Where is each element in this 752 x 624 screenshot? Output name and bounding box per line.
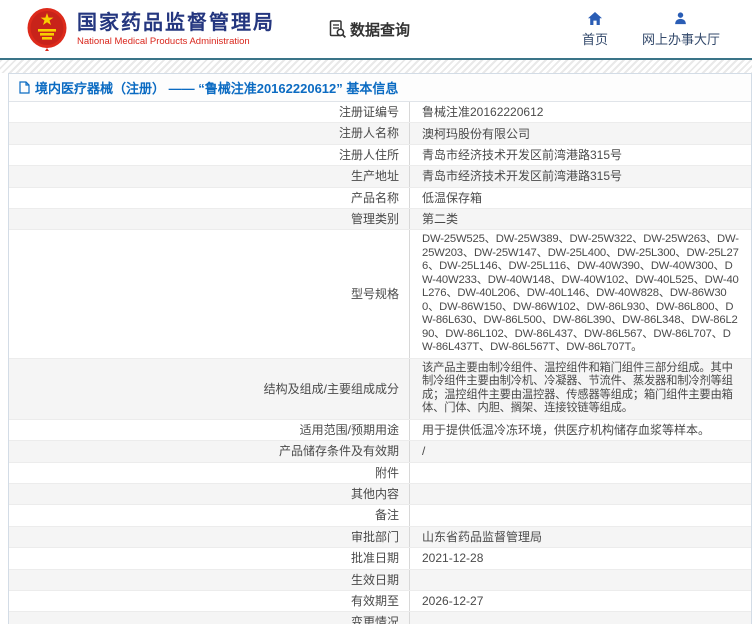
table-row: 变更情况 (9, 612, 751, 624)
row-value (409, 569, 751, 590)
table-row: 适用范围/预期用途 用于提供低温冷冻环境，供医疗机构储存血浆等样本。 (9, 419, 751, 442)
table-row: 管理类别 第二类 (9, 208, 751, 231)
nmpa-emblem-icon (27, 8, 67, 51)
nav-online-hall[interactable]: 网上办事大厅 (642, 11, 720, 48)
row-value: 澳柯玛股份有限公司 (409, 123, 751, 144)
nav-online-hall-label: 网上办事大厅 (641, 31, 720, 47)
row-value: 低温保存箱 (409, 187, 751, 208)
document-icon (19, 81, 30, 94)
row-value: 青岛市经济技术开发区前湾港路315号 (409, 166, 751, 187)
row-label: 注册人名称 (338, 126, 399, 141)
row-label: 结构及组成/主要组成成分 (263, 381, 399, 396)
page-title: 境内医疗器械（注册） —— “鲁械注准20162220612” 基本信息 (35, 81, 399, 96)
row-value: 鲁械注准20162220612 (409, 102, 751, 123)
page-title-bar: 境内医疗器械（注册） —— “鲁械注准20162220612” 基本信息 (9, 74, 751, 102)
row-label: 有效期至 (350, 593, 399, 608)
table-row: 注册人住所 青岛市经济技术开发区前湾港路315号 (9, 144, 751, 167)
row-label: 产品储存条件及有效期 (278, 444, 399, 459)
row-label: 其他内容 (350, 487, 399, 502)
data-query-button[interactable]: 数据查询 (327, 19, 410, 40)
info-table: 注册证编号 鲁械注准20162220612 注册人名称 澳柯玛股份有限公司 注册… (9, 102, 751, 624)
table-row: 其他内容 (9, 484, 751, 506)
row-label: 注册人住所 (338, 147, 399, 162)
table-row: 注册人名称 澳柯玛股份有限公司 (9, 123, 751, 145)
person-icon (675, 11, 687, 24)
row-value: 青岛市经济技术开发区前湾港路315号 (409, 144, 751, 166)
stripe-band (0, 60, 752, 73)
row-value: / (409, 441, 751, 462)
table-row: 注册证编号 鲁械注准20162220612 (9, 102, 751, 124)
row-value: 该产品主要由制冷组件、温控组件和箱门组件三部分组成。其中制冷组件主要由制冷机、冷… (409, 358, 751, 419)
row-label: 型号规格 (350, 286, 399, 301)
row-value (409, 612, 751, 624)
row-value: 2021-12-28 (409, 548, 751, 569)
row-label: 产品名称 (350, 190, 399, 205)
row-label: 审批部门 (350, 529, 399, 544)
header: 国家药品监督管理局 National Medical Products Admi… (0, 0, 752, 58)
agency-name-en: National Medical Products Administration (77, 35, 250, 47)
table-row: 批准日期 2021-12-28 (9, 548, 751, 570)
agency-logo: 国家药品监督管理局 National Medical Products Admi… (26, 7, 275, 51)
row-label: 生产地址 (350, 169, 399, 184)
table-row: 型号规格 DW-25W525、DW-25W389、DW-25W322、DW-25… (9, 230, 751, 359)
row-value (409, 462, 751, 484)
table-row: 结构及组成/主要组成成分 该产品主要由制冷组件、温控组件和箱门组件三部分组成。其… (9, 358, 751, 420)
table-row: 备注 (9, 505, 751, 527)
row-value: 2026-12-27 (409, 590, 751, 612)
row-label: 批准日期 (350, 551, 399, 566)
content-box: 境内医疗器械（注册） —— “鲁械注准20162220612” 基本信息 注册证… (8, 73, 752, 624)
row-value (409, 505, 751, 526)
row-value: DW-25W525、DW-25W389、DW-25W322、DW-25W263、… (409, 230, 751, 358)
nav-home[interactable]: 首页 (582, 11, 608, 48)
row-value: 第二类 (409, 208, 751, 230)
table-row: 生效日期 (9, 569, 751, 591)
table-row: 有效期至 2026-12-27 (9, 590, 751, 613)
table-row: 附件 (9, 462, 751, 485)
row-label: 备注 (374, 508, 399, 523)
row-label: 管理类别 (350, 211, 399, 226)
agency-name: 国家药品监督管理局 (77, 11, 275, 34)
row-value (409, 484, 751, 505)
table-row: 审批部门 山东省药品监督管理局 (9, 526, 751, 549)
row-label: 生效日期 (350, 572, 399, 587)
row-label: 变更情况 (350, 615, 399, 624)
table-row: 产品储存条件及有效期 / (9, 441, 751, 463)
table-row: 产品名称 低温保存箱 (9, 187, 751, 209)
home-icon (587, 11, 602, 25)
row-value: 用于提供低温冷冻环境，供医疗机构储存血浆等样本。 (409, 419, 751, 441)
row-label: 适用范围/预期用途 (299, 422, 399, 437)
nav-home-label: 首页 (581, 31, 608, 47)
doc-search-icon (329, 20, 347, 39)
row-label: 注册证编号 (338, 105, 399, 119)
top-nav: 首页 网上办事大厅 (582, 11, 734, 48)
row-label: 附件 (374, 465, 399, 480)
data-query-label: 数据查询 (350, 21, 411, 39)
table-row: 生产地址 青岛市经济技术开发区前湾港路315号 (9, 166, 751, 188)
row-value: 山东省药品监督管理局 (409, 526, 751, 548)
